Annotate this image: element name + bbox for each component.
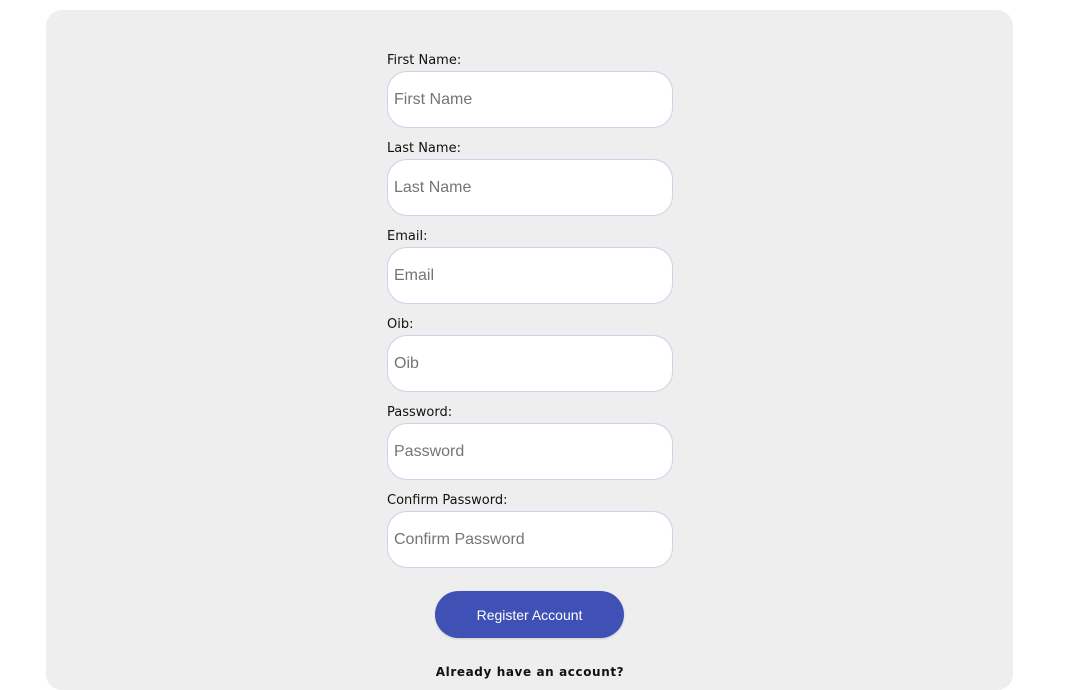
email-input[interactable] (387, 247, 673, 304)
last-name-label: Last Name: (387, 141, 461, 156)
email-field-group: Email: (387, 228, 673, 304)
registration-form: First Name: Last Name: Email: Oib: Passw… (387, 52, 673, 679)
email-label: Email: (387, 229, 428, 244)
password-label: Password: (387, 405, 453, 420)
register-account-button[interactable]: Register Account (435, 591, 624, 638)
login-prompt-text: Already have an account? (435, 665, 625, 679)
first-name-field-group: First Name: (387, 52, 673, 128)
last-name-field-group: Last Name: (387, 140, 673, 216)
confirm-password-label: Confirm Password: (387, 493, 508, 508)
password-field-group: Password: (387, 404, 673, 480)
last-name-input[interactable] (387, 159, 673, 216)
first-name-label: First Name: (387, 53, 462, 68)
oib-input[interactable] (387, 335, 673, 392)
registration-card: First Name: Last Name: Email: Oib: Passw… (46, 10, 1013, 690)
confirm-password-field-group: Confirm Password: (387, 492, 673, 568)
oib-field-group: Oib: (387, 316, 673, 392)
confirm-password-input[interactable] (387, 511, 673, 568)
first-name-input[interactable] (387, 71, 673, 128)
oib-label: Oib: (387, 317, 414, 332)
password-input[interactable] (387, 423, 673, 480)
submit-row: Register Account (387, 591, 673, 639)
